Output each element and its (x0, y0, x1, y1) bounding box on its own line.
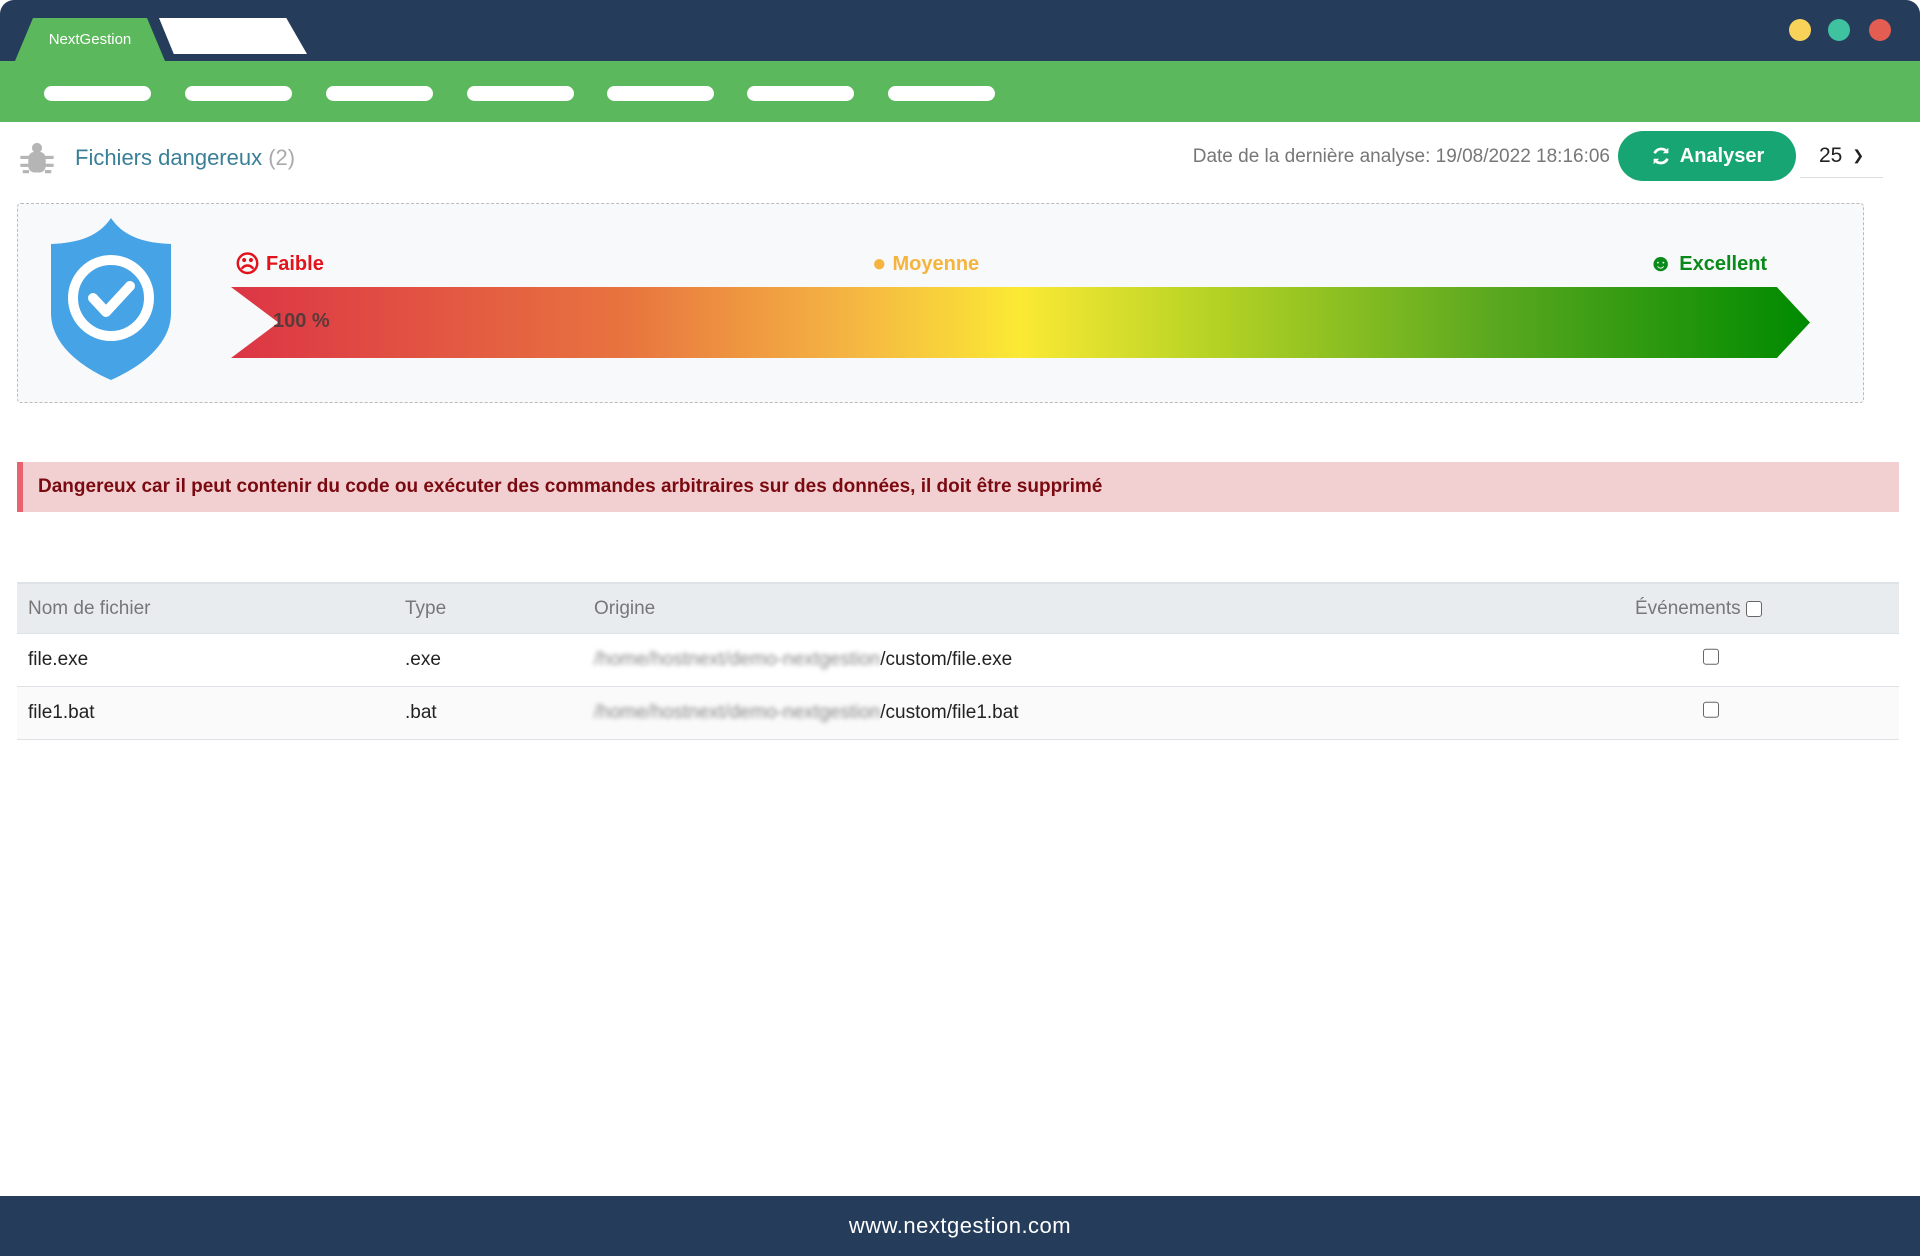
nav-item[interactable] (185, 86, 292, 101)
sad-face-icon: ☹ (235, 251, 261, 278)
nav-item[interactable] (44, 86, 151, 101)
nav-item[interactable] (888, 86, 995, 101)
col-type: Type (405, 597, 447, 619)
col-origin: Origine (594, 597, 656, 619)
level-low: ☹ Faible (235, 251, 324, 278)
page-title: Fichiers dangereux (2) (75, 145, 296, 170)
danger-alert: Dangereux car il peut contenir du code o… (17, 462, 1899, 512)
footer: www.nextgestion.com (0, 1196, 1920, 1256)
tab-nextgestion[interactable]: NextGestion (15, 18, 165, 61)
table-row: file1.bat .bat /home/hostnext/demo-nextg… (17, 687, 1899, 740)
file-origin: /home/hostnext/demo-nextgestion/custom/f… (594, 702, 1019, 723)
row-checkbox[interactable] (1703, 648, 1719, 665)
nav-item[interactable] (747, 86, 854, 101)
maximize-button[interactable] (1828, 19, 1850, 41)
file-origin: /home/hostnext/demo-nextgestion/custom/f… (594, 649, 1013, 670)
col-events: Événements (1635, 598, 1762, 620)
col-filename: Nom de fichier (28, 597, 151, 619)
nav-item[interactable] (326, 86, 433, 101)
shield-check-icon (51, 218, 171, 380)
neutral-face-icon: ● (872, 250, 887, 277)
nav-bar (0, 61, 1920, 122)
select-all-checkbox[interactable] (1745, 600, 1762, 617)
close-button[interactable] (1869, 19, 1891, 41)
file-name: file.exe (28, 649, 89, 670)
table-header: Nom de fichier Type Origine Événements (17, 582, 1899, 634)
level-high: ☻ Excellent (1648, 250, 1768, 277)
bug-icon (20, 142, 54, 174)
score-percent: 100 % (273, 310, 330, 332)
row-checkbox[interactable] (1703, 701, 1719, 718)
files-table: Nom de fichier Type Origine Événements f… (17, 582, 1899, 740)
file-name: file1.bat (28, 702, 95, 723)
per-page-value: 25 (1818, 143, 1843, 167)
footer-url[interactable]: www.nextgestion.com (849, 1213, 1071, 1239)
table-row: file.exe .exe /home/hostnext/demo-nextge… (17, 634, 1899, 687)
nav-item[interactable] (607, 86, 714, 101)
tab-blank[interactable] (159, 18, 307, 54)
analyse-label: Analyser (1679, 144, 1765, 167)
file-count: (2) (268, 145, 296, 170)
tab-label: NextGestion (48, 31, 132, 48)
file-type: .exe (405, 649, 441, 670)
score-gradient-bar (231, 287, 1810, 358)
per-page-select[interactable]: 25 ❯ (1800, 134, 1883, 178)
refresh-icon (1653, 147, 1669, 165)
nav-item[interactable] (467, 86, 574, 101)
minimize-button[interactable] (1789, 19, 1811, 41)
level-mid: ● Moyenne (872, 250, 980, 277)
last-analysis-date: Date de la dernière analyse: 19/08/2022 … (1192, 146, 1610, 167)
analyse-button[interactable]: Analyser (1618, 131, 1796, 181)
file-type: .bat (405, 702, 437, 723)
smile-face-icon: ☻ (1648, 250, 1674, 277)
chevron-down-icon: ❯ (1852, 147, 1865, 163)
